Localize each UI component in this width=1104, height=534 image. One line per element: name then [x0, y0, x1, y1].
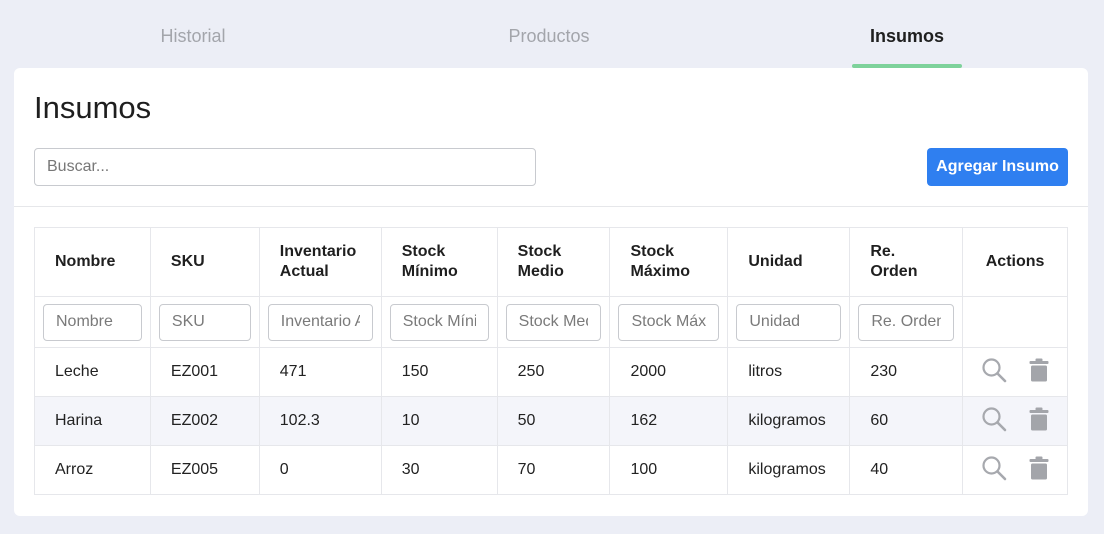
cell-unidad: kilogramos	[727, 396, 851, 446]
cell-stock-maximo: 162	[609, 396, 729, 446]
divider	[14, 206, 1088, 207]
cell-unidad: kilogramos	[727, 445, 851, 495]
cell-stock-minimo: 30	[380, 445, 498, 495]
cell-stock-medio: 250	[496, 347, 611, 397]
filter-stock-minimo-input[interactable]	[389, 303, 489, 341]
filter-nombre-input[interactable]	[43, 303, 142, 341]
cell-sku: EZ001	[149, 347, 260, 397]
trash-icon[interactable]	[1029, 358, 1049, 387]
cell-nombre: Harina	[34, 396, 151, 446]
tab-insumos[interactable]: Insumos	[852, 26, 962, 47]
trash-icon[interactable]	[1029, 456, 1049, 485]
cell-re-orden: 60	[849, 396, 964, 446]
cell-inventario-actual: 471	[258, 347, 382, 397]
row-actions	[962, 396, 1068, 446]
column-header-stock-minimo[interactable]: Stock Mínimo	[380, 227, 498, 297]
add-insumo-button[interactable]: Agregar Insumo	[927, 148, 1068, 186]
search-icon[interactable]	[981, 406, 1007, 437]
cell-stock-medio: 50	[496, 396, 611, 446]
cell-stock-medio: 70	[496, 445, 611, 495]
row-actions	[962, 347, 1068, 397]
filter-re-orden-input[interactable]	[858, 303, 955, 341]
column-header-stock-maximo[interactable]: Stock Máximo	[609, 227, 729, 297]
column-header-nombre[interactable]: Nombre	[34, 227, 151, 297]
search-icon[interactable]	[981, 455, 1007, 486]
tab-bar: Historial Productos Insumos	[0, 0, 1104, 68]
column-header-re-orden[interactable]: Re. Orden	[849, 227, 964, 297]
filter-stock-medio-input[interactable]	[505, 303, 602, 341]
cell-stock-minimo: 150	[380, 347, 498, 397]
search-icon[interactable]	[981, 357, 1007, 388]
cell-re-orden: 230	[849, 347, 964, 397]
cell-nombre: Arroz	[34, 445, 151, 495]
cell-unidad: litros	[727, 347, 851, 397]
column-header-stock-medio[interactable]: Stock Medio	[496, 227, 611, 297]
header-row: Nombre SKU Inventario Actual Stock Mínim…	[34, 227, 1068, 297]
cell-nombre: Leche	[34, 347, 151, 397]
insumos-table: Nombre SKU Inventario Actual Stock Mínim…	[34, 227, 1068, 495]
column-header-actions: Actions	[962, 227, 1068, 297]
table-row: Leche EZ001 471 150 250 2000 litros 230	[34, 347, 1068, 397]
cell-stock-maximo: 100	[609, 445, 729, 495]
table-row: Arroz EZ005 0 30 70 100 kilogramos 40	[34, 445, 1068, 495]
search-input[interactable]	[34, 148, 536, 186]
cell-stock-maximo: 2000	[609, 347, 729, 397]
cell-inventario-actual: 0	[258, 445, 382, 495]
cell-re-orden: 40	[849, 445, 964, 495]
page-title: Insumos	[34, 90, 152, 125]
tab-productos[interactable]: Productos	[488, 26, 610, 47]
filter-inventario-input[interactable]	[267, 303, 373, 341]
filter-stock-maximo-input[interactable]	[618, 303, 720, 341]
row-actions	[962, 445, 1068, 495]
table-row: Harina EZ002 102.3 10 50 162 kilogramos …	[34, 396, 1068, 446]
cell-stock-minimo: 10	[380, 396, 498, 446]
filter-row	[34, 296, 1068, 348]
trash-icon[interactable]	[1029, 407, 1049, 436]
insumos-card: Insumos Agregar Insumo Nombre SKU Invent…	[14, 68, 1088, 516]
cell-sku: EZ005	[149, 445, 260, 495]
cell-sku: EZ002	[149, 396, 260, 446]
column-header-inventario-actual[interactable]: Inventario Actual	[258, 227, 382, 297]
filter-unidad-input[interactable]	[736, 303, 842, 341]
tab-historial[interactable]: Historial	[133, 26, 253, 47]
column-header-unidad[interactable]: Unidad	[727, 227, 851, 297]
column-header-sku[interactable]: SKU	[149, 227, 260, 297]
filter-sku-input[interactable]	[158, 303, 251, 341]
cell-inventario-actual: 102.3	[258, 396, 382, 446]
